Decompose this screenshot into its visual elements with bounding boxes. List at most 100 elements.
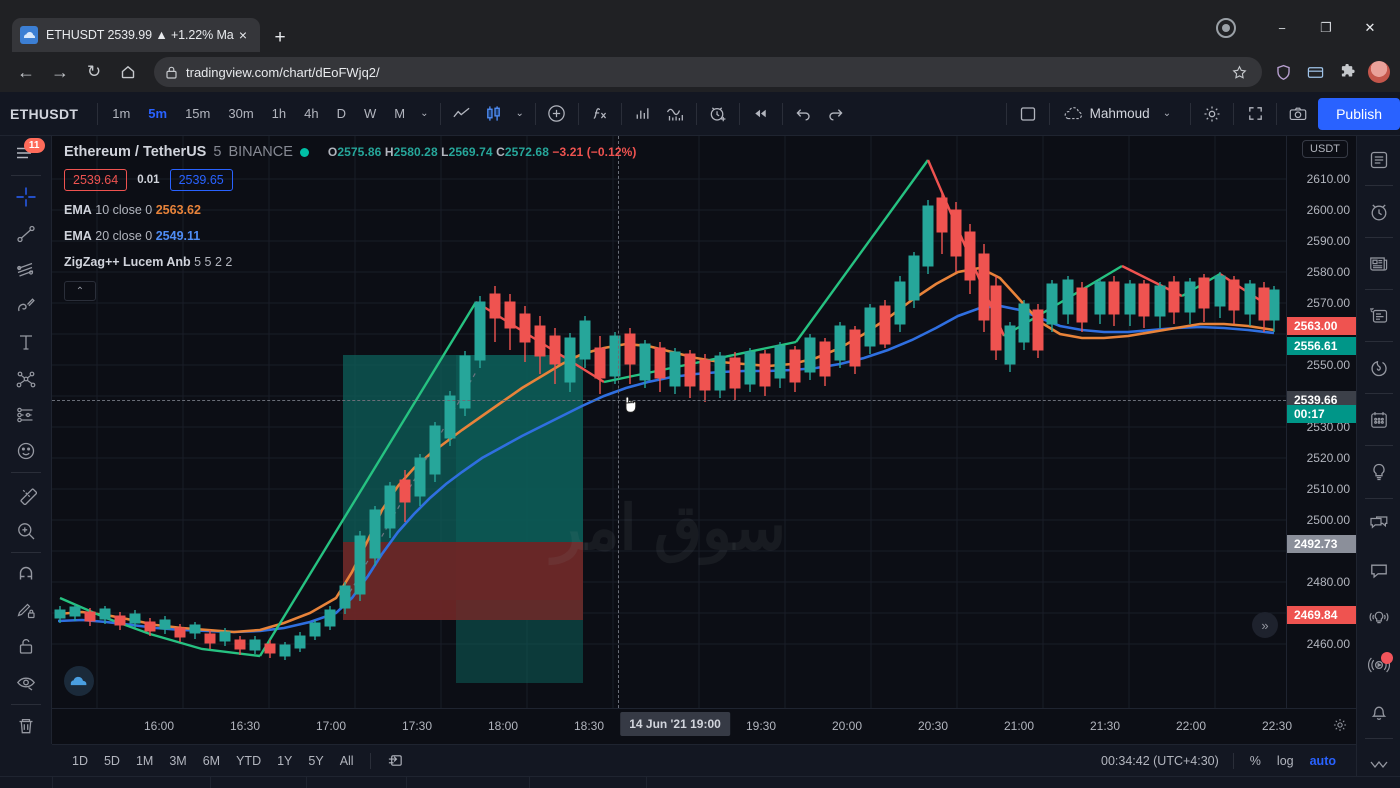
- public-chat-icon[interactable]: [1357, 501, 1400, 548]
- maximize-button[interactable]: ❐: [1304, 14, 1348, 42]
- forward-icon[interactable]: →: [44, 56, 76, 88]
- patterns-icon[interactable]: [0, 361, 52, 397]
- trend-line-icon[interactable]: [0, 215, 52, 251]
- chart-type-caret-icon[interactable]: ⌄: [510, 108, 530, 119]
- redo-icon[interactable]: [820, 99, 852, 129]
- tradingview-logo[interactable]: [64, 666, 94, 696]
- range-ytd[interactable]: YTD: [228, 751, 269, 771]
- price-axis[interactable]: USDT 2610.00 2600.00 2590.00 2580.00 257…: [1286, 136, 1356, 708]
- news-icon[interactable]: [1357, 240, 1400, 287]
- indicators-fx-icon[interactable]: [584, 99, 616, 129]
- timeframe-w[interactable]: W: [355, 102, 385, 125]
- time-axis[interactable]: 16:00 16:30 17:00 17:30 18:00 18:30 14 J…: [52, 708, 1356, 744]
- extension-card-icon[interactable]: [1304, 61, 1326, 83]
- browser-tab[interactable]: ETHUSDT 2539.99 ▲ +1.22% Ma ×: [12, 18, 260, 52]
- timeframe-m[interactable]: M: [385, 102, 414, 125]
- hide-drawings-icon[interactable]: [0, 664, 52, 700]
- currency-chip[interactable]: USDT: [1302, 140, 1348, 158]
- line-chart-icon[interactable]: [446, 99, 478, 129]
- log-scale-button[interactable]: log: [1269, 751, 1302, 771]
- tab-crypto-screener[interactable]: Crypto Screener ⌄: [52, 776, 211, 788]
- auto-scale-button[interactable]: auto: [1302, 751, 1344, 771]
- timeframe-4h[interactable]: 4h: [295, 102, 327, 125]
- publish-button[interactable]: Publish: [1318, 97, 1400, 130]
- magnet-icon[interactable]: [0, 556, 52, 592]
- brush-icon[interactable]: [0, 288, 52, 324]
- range-6m[interactable]: 6M: [195, 751, 228, 771]
- indicator-templates-icon[interactable]: [659, 99, 691, 129]
- remove-drawings-icon[interactable]: [0, 708, 52, 744]
- replay-icon[interactable]: [745, 99, 777, 129]
- chart-pane[interactable]: Ethereum / TetherUS 5 BINANCE O2575.86 H…: [52, 136, 1356, 744]
- data-window-icon[interactable]: [1357, 292, 1400, 339]
- layout-icon[interactable]: [1012, 99, 1044, 129]
- window-close-button[interactable]: ✕: [1348, 14, 1392, 42]
- measure-ruler-icon[interactable]: [0, 476, 52, 512]
- drawing-mode-lock-icon[interactable]: [0, 592, 52, 628]
- range-1m[interactable]: 1M: [128, 751, 161, 771]
- record-icon[interactable]: [1216, 18, 1236, 38]
- candle-chart-icon[interactable]: [478, 99, 510, 129]
- scroll-to-realtime-button[interactable]: »: [1252, 612, 1278, 638]
- alert-clock-icon[interactable]: [702, 99, 734, 129]
- price-plot[interactable]: سوق امر »: [52, 136, 1286, 708]
- back-icon[interactable]: ←: [10, 56, 42, 88]
- hotlist-flame-icon[interactable]: [1357, 344, 1400, 391]
- user-menu[interactable]: Mahmoud ⌄: [1055, 106, 1185, 122]
- watchlist-icon[interactable]: [1357, 136, 1400, 183]
- emoji-icon[interactable]: [0, 433, 52, 469]
- right-sidebar: [1356, 136, 1400, 788]
- range-1d[interactable]: 1D: [64, 751, 96, 771]
- forecast-icon[interactable]: [0, 397, 52, 433]
- bar-indicator-icon[interactable]: [627, 99, 659, 129]
- extension-shield-icon[interactable]: [1272, 61, 1294, 83]
- symbol-search-button[interactable]: ETHUSDT: [0, 106, 92, 122]
- minimize-button[interactable]: −: [1260, 14, 1304, 42]
- lock-drawings-icon[interactable]: [0, 628, 52, 664]
- profile-avatar[interactable]: [1368, 61, 1390, 83]
- tab-trading-panel[interactable]: Trading Panel: [530, 776, 647, 788]
- goto-date-icon[interactable]: [379, 749, 412, 772]
- text-icon[interactable]: [0, 324, 52, 360]
- camera-icon[interactable]: [1282, 99, 1314, 129]
- close-icon[interactable]: ×: [234, 26, 252, 44]
- timeframe-d[interactable]: D: [328, 102, 355, 125]
- ideas-stream-icon[interactable]: [1357, 595, 1400, 642]
- fib-retracement-icon[interactable]: [0, 252, 52, 288]
- extensions-puzzle-icon[interactable]: [1336, 61, 1358, 83]
- fullscreen-icon[interactable]: [1239, 99, 1271, 129]
- new-tab-button[interactable]: +: [268, 26, 292, 50]
- ideas-bulb-icon[interactable]: [1357, 448, 1400, 495]
- timeframe-1m[interactable]: 1m: [103, 102, 139, 125]
- range-1y[interactable]: 1Y: [269, 751, 300, 771]
- timezone-settings-icon[interactable]: [1332, 717, 1348, 733]
- menu-icon[interactable]: 11: [0, 136, 52, 172]
- undo-icon[interactable]: [788, 99, 820, 129]
- timeframe-30m[interactable]: 30m: [219, 102, 262, 125]
- chevron-down-icon[interactable]: ⌄: [414, 108, 434, 119]
- plus-circle-icon[interactable]: [541, 99, 573, 129]
- timeframe-5m[interactable]: 5m: [139, 102, 176, 125]
- gear-icon[interactable]: [1196, 99, 1228, 129]
- bookmark-star-icon[interactable]: [1228, 61, 1250, 83]
- tab-pine-editor[interactable]: Pine Editor: [307, 776, 407, 788]
- timeframe-1h[interactable]: 1h: [263, 102, 295, 125]
- range-all[interactable]: All: [332, 751, 362, 771]
- range-3m[interactable]: 3M: [161, 751, 194, 771]
- range-5y[interactable]: 5Y: [300, 751, 331, 771]
- crosshair-icon[interactable]: [0, 179, 52, 215]
- timeframe-15m[interactable]: 15m: [176, 102, 219, 125]
- calendar-icon[interactable]: [1357, 396, 1400, 443]
- range-5d[interactable]: 5D: [96, 751, 128, 771]
- zoom-in-icon[interactable]: [0, 512, 52, 548]
- percent-scale-button[interactable]: %: [1242, 751, 1269, 771]
- tab-strategy-tester[interactable]: Strategy Tester: [407, 776, 531, 788]
- broadcast-icon[interactable]: [1357, 642, 1400, 689]
- address-bar[interactable]: tradingview.com/chart/dEoFWjq2/: [154, 57, 1262, 87]
- private-chat-icon[interactable]: [1357, 548, 1400, 595]
- home-icon[interactable]: [112, 56, 144, 88]
- notifications-bell-icon[interactable]: [1357, 689, 1400, 736]
- tab-text-notes[interactable]: Text Notes: [211, 776, 308, 788]
- reload-icon[interactable]: ↻: [78, 56, 110, 88]
- alerts-clock-icon[interactable]: [1357, 188, 1400, 235]
